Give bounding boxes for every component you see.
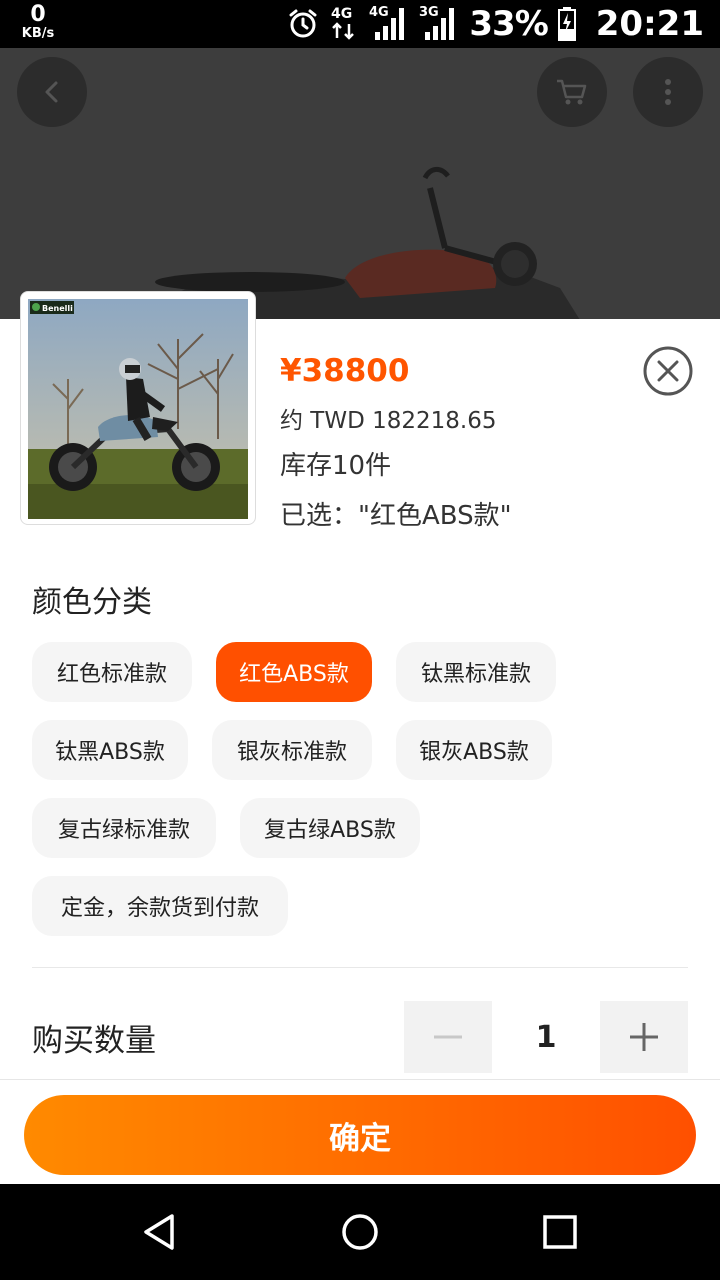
sku-selection-sheet: Benelli ¥38800 约 TWD 182218.65 库存10件 已选：… [0,291,720,1184]
stock-count: 库存10件 [280,451,392,481]
product-thumbnail-image: Benelli [28,299,248,519]
converted-price: 约 TWD 182218.65 [280,408,497,434]
more-icon [665,79,671,105]
nav-recents-button[interactable] [530,1202,590,1262]
back-icon [45,81,58,103]
cart-button[interactable] [537,57,607,127]
product-price: ¥38800 [280,353,410,389]
motorcycle-illustration [0,48,720,320]
sku-option-red-standard[interactable]: 红色标准款 [32,642,192,702]
network-speed: 0 KB/s [18,2,58,41]
signal-1-label: 4G [331,6,352,22]
cart-icon [557,79,587,105]
network-speed-value: 0 [30,2,46,27]
nav-recents-icon [543,1215,577,1249]
signal-2-label: 4G [369,5,389,20]
brand-logo-text: Benelli [42,304,73,313]
sku-option-silver-abs[interactable]: 银灰ABS款 [396,720,552,780]
clock: 20:21 [595,4,704,44]
back-button[interactable] [17,57,87,127]
signal-3g-icon: 3G [419,5,455,40]
more-button[interactable] [633,57,703,127]
plus-icon [630,1023,658,1051]
selected-option-summary: 已选："红色ABS款" [280,501,512,531]
minus-icon [434,1035,462,1039]
status-icons: 4G 4G 3G 33% 20:21 [287,0,704,48]
system-navigation-bar [0,1184,720,1280]
quantity-value[interactable]: 1 [492,1001,600,1073]
sku-option-titanium-black-abs[interactable]: 钛黑ABS款 [32,720,188,780]
section-divider [32,967,688,968]
signal-3-label: 3G [419,5,439,20]
color-category-title: 颜色分类 [32,585,152,620]
sku-option-retro-green-standard[interactable]: 复古绿标准款 [32,798,216,858]
sku-option-titanium-black-standard[interactable]: 钛黑标准款 [396,642,556,702]
nav-back-icon [144,1214,174,1250]
product-thumbnail: Benelli [20,291,256,525]
battery-charging-icon [557,7,576,41]
product-hero-image [0,48,720,320]
footer-divider [0,1079,720,1080]
alarm-icon [289,9,317,38]
status-bar: 0 KB/s 4G 4G 3G 33% 20:21 [0,0,720,48]
nav-home-icon [342,1214,378,1250]
nav-back-button[interactable] [130,1202,190,1262]
nav-home-button[interactable] [330,1202,390,1262]
quantity-increase-button[interactable] [600,1001,688,1073]
sku-option-silver-standard[interactable]: 银灰标准款 [212,720,372,780]
close-button[interactable] [642,345,694,397]
confirm-button[interactable]: 确定 [24,1095,696,1175]
quantity-label: 购买数量 [32,1023,156,1059]
battery-percent: 33% [469,4,548,44]
sku-option-deposit[interactable]: 定金，余款货到付款 [32,876,288,936]
network-speed-unit: KB/s [21,26,55,41]
close-icon [643,346,693,396]
data-4g-icon: 4G [331,6,355,40]
sku-option-retro-green-abs[interactable]: 复古绿ABS款 [240,798,420,858]
sku-option-red-abs[interactable]: 红色ABS款 [216,642,372,702]
signal-4g-icon: 4G [369,5,405,40]
quantity-decrease-button[interactable] [404,1001,492,1073]
